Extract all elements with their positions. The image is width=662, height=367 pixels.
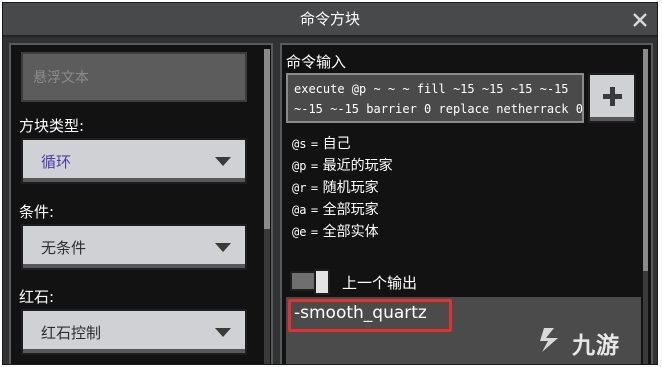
previous-output-label: 上一个输出 [342,274,418,292]
selector-equals: = [310,203,319,217]
block-type-dropdown[interactable]: 循环 [21,138,247,184]
chevron-down-icon [215,243,231,252]
previous-output-text: -smooth_quartz [294,303,427,323]
command-line-2: ~-15 ~-15 barrier 0 replace netherrack 0 [294,102,583,116]
watermark: 九游 [528,318,662,364]
selector-code: @e [292,225,307,239]
selector-desc: 全部实体 [322,224,379,240]
right-scrollbar[interactable] [643,49,648,364]
block-type-value: 循环 [41,153,72,171]
selector-code: @r [292,181,307,195]
selector-desc: 最近的玩家 [322,158,393,174]
right-scroll-thumb[interactable] [643,49,648,271]
selector-equals: = [310,137,319,151]
left-panel: 悬浮文本 方块类型: 循环 条件: 无条件 红石: 红石控制 [9,43,273,364]
close-icon[interactable] [631,11,649,29]
block-type-label: 方块类型: [19,117,85,135]
selector-equals: = [310,181,319,195]
selector-all-entities: @e = 全部实体 [292,221,379,241]
condition-dropdown[interactable]: 无条件 [21,224,247,270]
condition-label: 条件: [19,203,55,221]
selector-code: @a [292,203,307,217]
previous-output-toggle[interactable] [290,269,330,295]
selector-equals: = [310,225,319,239]
selector-code: @s [292,137,307,151]
chevron-down-icon [215,328,231,337]
selector-all-players: @a = 全部玩家 [292,199,379,219]
redstone-label: 红石: [19,288,55,306]
title-bar: 命令方块 [3,3,657,37]
toggle-knob[interactable] [314,269,330,295]
selector-equals: = [310,159,319,173]
chevron-down-icon [215,157,231,166]
redstone-dropdown[interactable]: 红石控制 [21,309,247,355]
add-command-button[interactable] [588,73,636,123]
left-scrollbar[interactable] [264,49,270,364]
hover-text-input[interactable]: 悬浮文本 [21,52,247,102]
plus-icon-bar [603,94,622,99]
right-panel: 命令输入 execute @p ~ ~ ~ fill ~15 ~15 ~15 ~… [280,43,653,364]
selector-desc: 随机玩家 [322,180,379,196]
selector-random: @r = 随机玩家 [292,177,379,197]
command-line-1: execute @p ~ ~ ~ fill ~15 ~15 ~15 ~-15 [294,82,569,96]
command-input-label: 命令输入 [286,53,347,71]
selector-nearest: @p = 最近的玩家 [292,155,393,175]
left-scroll-thumb[interactable] [264,49,270,229]
watermark-text: 九游 [572,333,620,359]
command-block-window: 命令方块 悬浮文本 方块类型: 循环 条件: 无条件 红石: 红石控制 命令输入 [2,2,658,365]
selector-desc: 自己 [322,136,351,152]
window-title: 命令方块 [299,10,360,28]
selector-self: @s = 自己 [292,133,351,153]
selector-desc: 全部玩家 [322,202,379,218]
hover-text-placeholder: 悬浮文本 [33,70,89,86]
selector-code: @p [292,159,307,173]
redstone-value: 红石控制 [41,324,102,342]
jiuyou-logo-icon [540,328,558,352]
command-input-field[interactable]: execute @p ~ ~ ~ fill ~15 ~15 ~15 ~-15 ~… [286,73,584,123]
condition-value: 无条件 [41,239,87,257]
